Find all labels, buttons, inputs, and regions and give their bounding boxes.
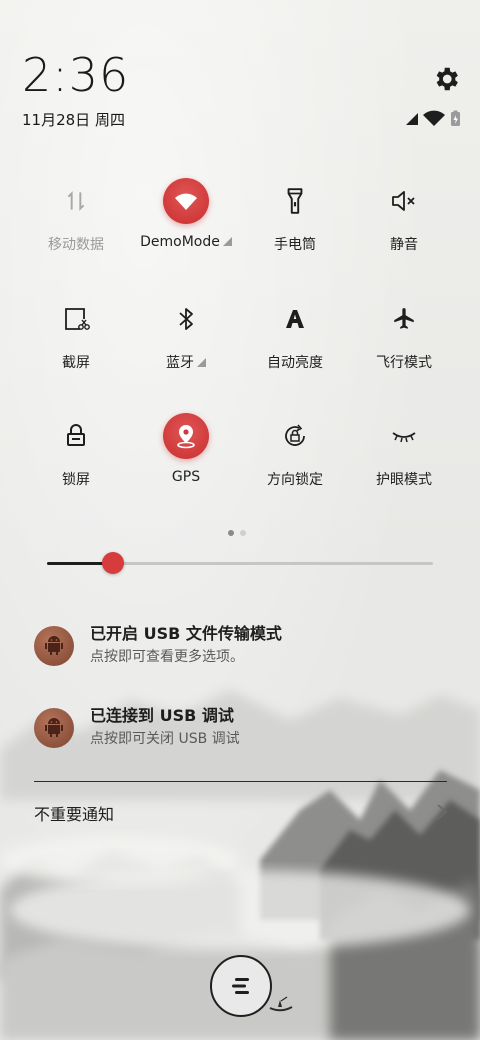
tile-bluetooth[interactable]: 蓝牙 <box>131 296 241 406</box>
brightness-slider[interactable] <box>47 552 433 574</box>
page-dot <box>240 530 246 536</box>
tile-label-text: 自动亮度 <box>267 355 323 371</box>
chevron-right-icon <box>437 804 448 820</box>
flashlight-icon <box>272 178 318 224</box>
tile-screenshot[interactable]: 截屏 <box>21 296 131 406</box>
unimportant-label: 不重要通知 <box>34 805 115 824</box>
page-dot-active <box>228 530 234 536</box>
tile-mute[interactable]: 静音 <box>349 178 459 288</box>
tile-flashlight[interactable]: 手电筒 <box>240 178 350 288</box>
battery-charging-icon <box>451 110 460 126</box>
notification-title: 已连接到 USB 调试 <box>90 706 234 725</box>
tile-label: 自动亮度 <box>240 352 350 372</box>
notification-usb-transfer[interactable]: 已开启 USB 文件传输模式 点按即可查看更多选项。 <box>34 620 454 672</box>
tile-mobile-data[interactable]: 移动数据 <box>21 178 131 288</box>
tile-rotation-lock[interactable]: 方向锁定 <box>240 413 350 523</box>
expand-triangle-icon[interactable] <box>222 237 232 246</box>
wifi-icon <box>423 110 445 126</box>
cellular-signal-icon <box>406 113 418 125</box>
tile-label: 方向锁定 <box>240 469 350 489</box>
wifi-icon <box>163 178 209 224</box>
tile-label: GPS <box>131 469 241 485</box>
clock-date[interactable]: 11月28日 周四 <box>22 109 125 130</box>
notification-usb-debug[interactable]: 已连接到 USB 调试 点按即可关闭 USB 调试 <box>34 702 454 754</box>
tile-eye-care[interactable]: 护眼模式 <box>349 413 459 523</box>
lock-icon <box>53 413 99 459</box>
unimportant-notifications-row[interactable]: 不重要通知 <box>34 801 448 825</box>
tile-label: 蓝牙 <box>131 352 241 372</box>
tile-airplane[interactable]: 飞行模式 <box>349 296 459 406</box>
android-icon <box>34 626 74 666</box>
auto-brightness-icon <box>272 296 318 342</box>
eye-care-icon <box>381 413 427 459</box>
tile-label-text: 手电筒 <box>274 237 316 253</box>
screenshot-icon <box>53 296 99 342</box>
tile-label-text: DemoMode <box>140 234 220 250</box>
tile-auto-brightness[interactable]: 自动亮度 <box>240 296 350 406</box>
tile-lock[interactable]: 锁屏 <box>21 413 131 523</box>
bluetooth-icon <box>163 296 209 342</box>
tile-label-text: 移动数据 <box>48 237 104 253</box>
clock-time[interactable]: 2:36 <box>22 48 129 102</box>
notification-title: 已开启 USB 文件传输模式 <box>90 624 282 643</box>
clear-all-button[interactable] <box>210 955 272 1017</box>
tile-label: 手电筒 <box>240 234 350 254</box>
notification-subtitle: 点按即可关闭 USB 调试 <box>90 731 240 747</box>
tile-label: DemoMode <box>131 234 241 250</box>
expand-triangle-icon[interactable] <box>197 358 206 367</box>
tile-label-text: 锁屏 <box>62 472 90 488</box>
tile-label: 截屏 <box>21 352 131 372</box>
tile-label: 锁屏 <box>21 469 131 489</box>
mute-icon <box>381 178 427 224</box>
clear-all-icon <box>232 978 249 994</box>
location-icon <box>163 413 209 459</box>
tile-label-text: GPS <box>171 469 201 485</box>
gear-icon[interactable] <box>431 64 461 94</box>
android-icon <box>34 708 74 748</box>
status-bar-icons <box>406 110 460 126</box>
tile-label-text: 方向锁定 <box>267 472 323 488</box>
notification-subtitle: 点按即可查看更多选项。 <box>90 649 244 665</box>
tile-label: 静音 <box>349 234 459 254</box>
tile-label: 飞行模式 <box>349 352 459 372</box>
tile-label-text: 静音 <box>390 237 418 253</box>
tile-label-text: 蓝牙 <box>166 355 194 371</box>
divider <box>34 781 447 782</box>
tile-label-text: 飞行模式 <box>376 355 432 371</box>
tile-wifi[interactable]: DemoMode <box>131 178 241 288</box>
mobile-data-icon <box>53 178 99 224</box>
tile-label: 移动数据 <box>21 234 131 254</box>
tile-label-text: 护眼模式 <box>376 472 432 488</box>
tile-location[interactable]: GPS <box>131 413 241 523</box>
brightness-thumb[interactable] <box>101 552 124 574</box>
boat-figure-icon <box>269 996 293 1012</box>
airplane-icon <box>381 296 427 342</box>
rotation-lock-icon <box>272 413 318 459</box>
tile-label-text: 截屏 <box>62 355 90 371</box>
tile-label: 护眼模式 <box>349 469 459 489</box>
page-indicator <box>228 521 252 540</box>
